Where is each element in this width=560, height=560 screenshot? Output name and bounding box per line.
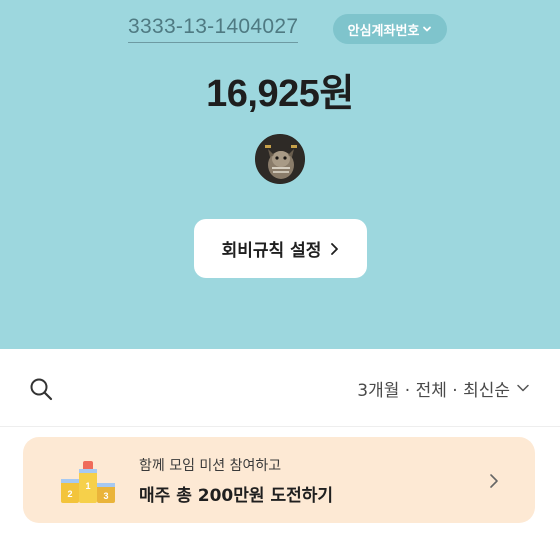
mission-title: 매주 총 200만원 도전하기	[139, 486, 334, 506]
safe-account-label: 안심계좌번호	[347, 23, 420, 39]
chevron-down-icon	[517, 384, 529, 392]
podium-number-3: 3	[103, 491, 108, 501]
avatar-image	[256, 135, 304, 183]
filter-label: 3개월 · 전체 · 최신순	[357, 380, 510, 401]
dues-rule-button[interactable]: 회비규칙 설정	[194, 219, 367, 278]
chevron-down-icon	[423, 26, 432, 32]
podium-icon: 2 1 3	[61, 461, 115, 503]
chevron-right-icon	[331, 242, 339, 255]
dues-rule-label: 회비규칙 설정	[221, 241, 322, 261]
safe-account-button[interactable]: 안심계좌번호	[333, 14, 447, 44]
avatar[interactable]	[255, 134, 305, 184]
mission-banner[interactable]: 2 1 3 함께 모임 미션 참여하고 매주 총 200만원 도전하기	[23, 437, 535, 523]
chevron-right-icon	[490, 474, 498, 488]
filter-dropdown[interactable]: 3개월 · 전체 · 최신순	[357, 376, 530, 401]
account-header: 3333-13-1404027 안심계좌번호 16,925원 회비규칙 설정	[0, 0, 560, 349]
podium-number-2: 2	[67, 489, 72, 499]
balance-amount: 16,925원	[206, 73, 354, 115]
account-row: 3333-13-1404027 안심계좌번호	[0, 12, 560, 46]
filter-bar: 3개월 · 전체 · 최신순	[0, 349, 560, 427]
search-icon[interactable]	[28, 376, 54, 402]
mission-subtitle: 함께 모임 미션 참여하고	[139, 458, 282, 474]
account-number[interactable]: 3333-13-1404027	[128, 14, 299, 43]
podium-number-1: 1	[85, 481, 90, 491]
divider	[0, 426, 560, 427]
